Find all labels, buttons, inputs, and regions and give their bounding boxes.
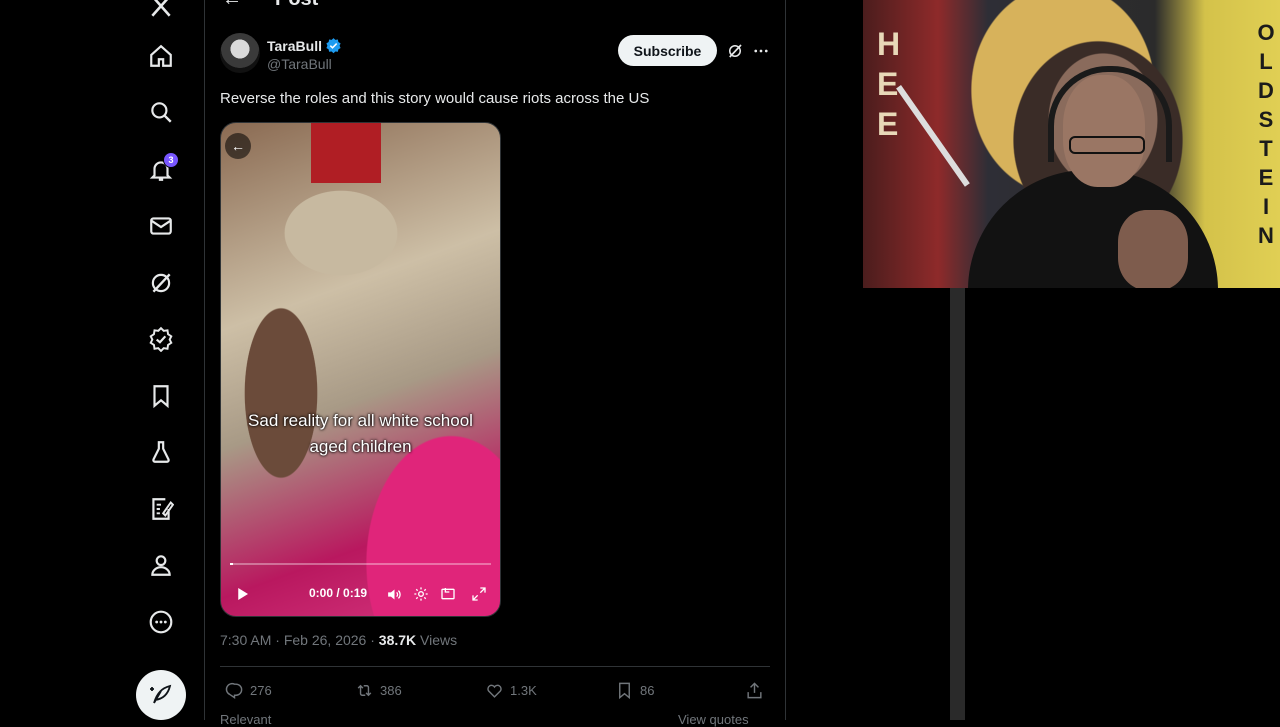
- reply-count: 276: [250, 682, 272, 698]
- video-progress-bar[interactable]: [230, 563, 491, 565]
- author-avatar[interactable]: [220, 33, 260, 73]
- author-name-text: TaraBull: [267, 37, 322, 54]
- back-arrow-icon[interactable]: ←: [222, 0, 242, 11]
- share-button[interactable]: [745, 680, 764, 700]
- background-strip: [950, 288, 965, 720]
- post-meta: 7:30 AM · Feb 26, 2026 · 38.7K Views: [220, 632, 458, 648]
- video-caption-line-1: Sad reality for all white school: [248, 411, 473, 430]
- grok-icon[interactable]: [724, 40, 746, 62]
- notification-count-badge: 3: [163, 152, 179, 168]
- notifications-icon[interactable]: 3: [136, 150, 186, 190]
- column-divider-right: [785, 0, 786, 720]
- picture-in-picture-icon[interactable]: [437, 583, 459, 605]
- post-time[interactable]: 7:30 AM: [220, 632, 271, 648]
- video-player[interactable]: ← Sad reality for all white school aged …: [220, 122, 501, 617]
- post-date[interactable]: Feb 26, 2026: [284, 632, 367, 648]
- home-icon[interactable]: [136, 36, 186, 76]
- streamer-hand: [1118, 210, 1188, 288]
- messages-icon[interactable]: [136, 206, 186, 246]
- settings-gear-icon[interactable]: [410, 583, 432, 605]
- like-button[interactable]: 1.3K: [485, 680, 537, 700]
- reply-icon: [225, 682, 243, 699]
- bookmark-icon: [619, 682, 630, 699]
- repost-button[interactable]: 386: [355, 680, 402, 700]
- post-text: Reverse the roles and this story would c…: [220, 90, 650, 107]
- subscribe-button[interactable]: Subscribe: [618, 35, 717, 66]
- compose-post-button[interactable]: [136, 670, 186, 720]
- profile-icon[interactable]: [136, 545, 186, 585]
- explore-icon[interactable]: [136, 92, 186, 132]
- bookmark-count: 86: [640, 682, 655, 698]
- fullscreen-icon[interactable]: [468, 583, 490, 605]
- video-frame-detail: [311, 123, 381, 183]
- video-back-arrow-icon[interactable]: ←: [225, 133, 251, 159]
- webcam-overlay: H E E O L D S T E I N: [863, 0, 1280, 288]
- premium-icon[interactable]: [136, 319, 186, 359]
- more-options-icon[interactable]: [750, 40, 772, 62]
- grok-icon[interactable]: [136, 263, 186, 303]
- like-count: 1.3K: [510, 682, 537, 698]
- left-navigation: 3: [136, 0, 186, 720]
- video-caption: Sad reality for all white school aged ch…: [221, 408, 500, 460]
- verified-badge-icon: [326, 38, 341, 54]
- divider: [220, 666, 770, 667]
- video-progress-fill: [230, 563, 233, 565]
- banner-letters-right: O L D S T E I N: [1257, 20, 1275, 248]
- x-logo-icon[interactable]: [136, 0, 186, 26]
- views-label: Views: [420, 632, 458, 648]
- microphone-arm: [896, 85, 970, 187]
- bookmarks-icon[interactable]: [136, 376, 186, 416]
- heart-icon: [487, 684, 502, 698]
- page-title: Post: [275, 0, 318, 11]
- reply-button[interactable]: 276: [225, 680, 272, 700]
- volume-icon[interactable]: [383, 583, 405, 605]
- banner-letters-left: H E E: [877, 26, 901, 142]
- repost-count: 386: [380, 682, 402, 698]
- views-count: 38.7K: [378, 632, 417, 648]
- column-divider-left: [204, 0, 205, 720]
- bookmark-button[interactable]: 86: [615, 680, 654, 700]
- video-caption-line-2: aged children: [309, 437, 412, 456]
- jobs-icon[interactable]: [136, 432, 186, 472]
- glasses: [1069, 136, 1145, 154]
- author-handle[interactable]: @TaraBull: [267, 56, 332, 72]
- author-name[interactable]: TaraBull: [267, 37, 342, 54]
- compose-post-icon: [150, 684, 172, 704]
- repost-icon: [357, 684, 372, 696]
- video-time: 0:00 / 0:19: [309, 586, 368, 600]
- more-icon[interactable]: [136, 602, 186, 642]
- play-icon[interactable]: [231, 583, 253, 605]
- share-icon: [747, 681, 762, 698]
- articles-icon[interactable]: [136, 489, 186, 529]
